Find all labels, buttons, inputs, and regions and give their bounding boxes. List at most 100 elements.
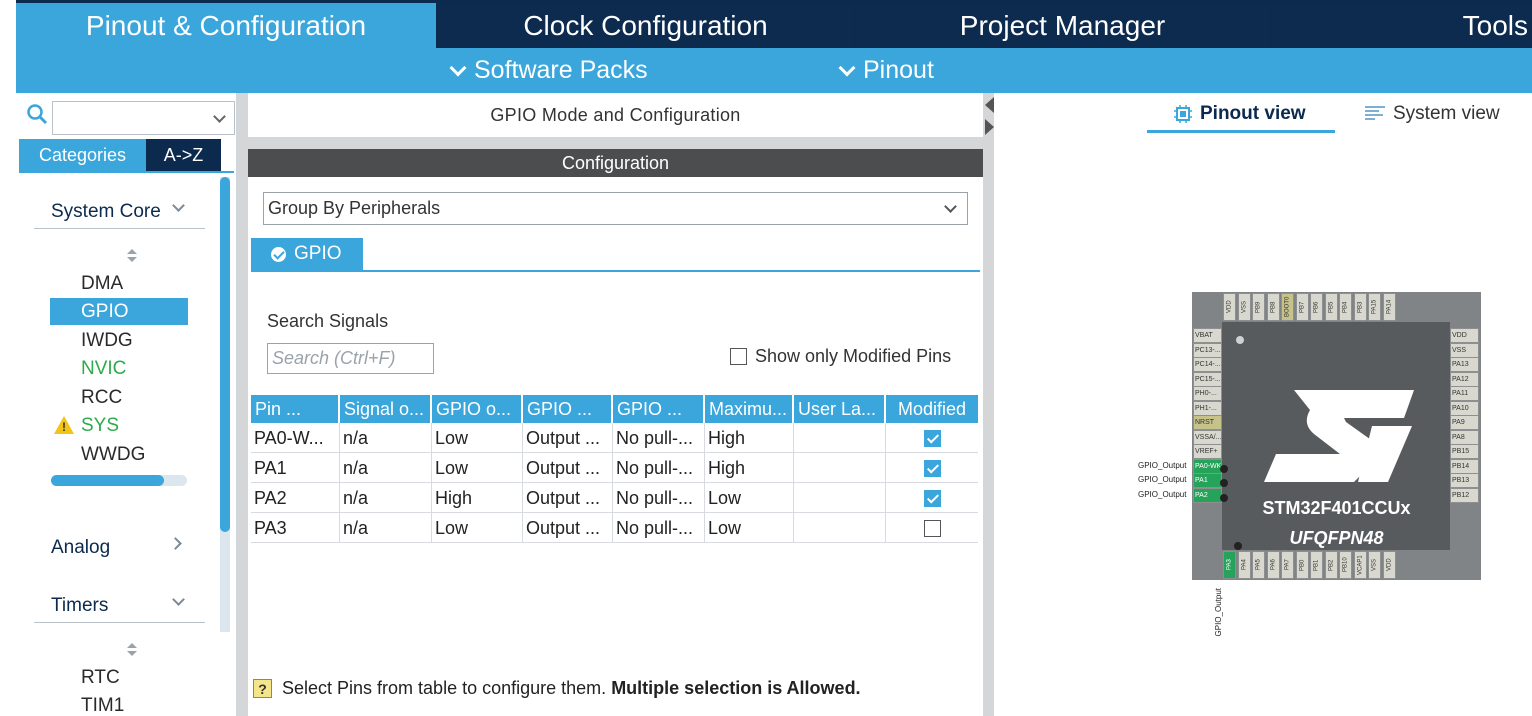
sidebar-search-select[interactable] [52, 101, 235, 135]
pin-pb12[interactable]: PB12 [1450, 487, 1479, 503]
pin-ph0[interactable]: PH0-... [1193, 386, 1222, 401]
checkbox-icon[interactable] [923, 519, 941, 537]
pin-pa5[interactable]: PA5 [1252, 551, 1265, 579]
column-header[interactable]: Signal o... [340, 395, 432, 423]
pin-boot0[interactable]: BOOT0 [1281, 293, 1294, 321]
tab-categories[interactable]: Categories [19, 139, 146, 171]
search-signals-input[interactable]: Search (Ctrl+F) [267, 343, 434, 374]
pin-pa8[interactable]: PA8 [1450, 429, 1479, 445]
pin-vssa[interactable]: VSSA/... [1193, 429, 1222, 445]
tab-system-view[interactable]: System view [1365, 103, 1500, 125]
pin-pc14[interactable]: PC14-... [1193, 357, 1222, 372]
chevron-right-icon[interactable] [169, 537, 182, 550]
checkbox-checked-icon[interactable] [923, 459, 941, 477]
tab-clock-configuration[interactable]: Clock Configuration [438, 3, 853, 48]
pin-vss[interactable]: VSS [1450, 342, 1479, 358]
chevron-down-icon[interactable] [172, 199, 185, 212]
table-row[interactable]: PA0-W... n/a Low Output ... No pull-... High [251, 423, 978, 453]
pin-nrst[interactable]: NRST [1193, 415, 1222, 430]
category-system-core[interactable]: System Core [51, 201, 161, 223]
collapse-panel-icon[interactable] [985, 97, 994, 137]
pin-pc13[interactable]: PC13-... [1193, 342, 1222, 358]
pin-pa2[interactable]: PA2 [1193, 487, 1222, 503]
pin-pa0wk[interactable]: PA0-WK... [1193, 458, 1222, 474]
pin-vdd[interactable]: VDD [1450, 328, 1479, 343]
pin-pb8[interactable]: PB8 [1266, 293, 1280, 321]
pin-pb2[interactable]: PB2 [1324, 551, 1338, 579]
tab-gpio[interactable]: GPIO [251, 238, 363, 270]
menu-item-dma[interactable]: DMA [50, 270, 188, 297]
tab-tools[interactable]: Tools [1272, 3, 1532, 48]
pin-pb13[interactable]: PB13 [1450, 473, 1479, 488]
menu-item-iwdg[interactable]: IWDG [50, 327, 188, 354]
checkbox-icon[interactable] [730, 348, 747, 365]
pin-pa9[interactable]: PA9 [1450, 415, 1479, 430]
tab-pinout-view[interactable]: Pinout view [1174, 103, 1306, 125]
pin-pa7[interactable]: PA7 [1281, 551, 1294, 579]
pin-pb6[interactable]: PB6 [1310, 293, 1323, 321]
sort-icon[interactable] [127, 249, 137, 263]
sort-icon[interactable] [127, 643, 137, 657]
modified-checkbox[interactable] [886, 483, 978, 513]
pinout-menu[interactable]: Pinout [838, 48, 934, 93]
pin-ph1[interactable]: PH1-... [1193, 400, 1222, 416]
software-packs-menu[interactable]: Software Packs [449, 48, 648, 93]
column-header[interactable]: Modified [886, 395, 978, 423]
category-timers[interactable]: Timers [51, 595, 108, 617]
pin-vcap1[interactable]: VCAP1 [1353, 551, 1367, 579]
pin-pa15[interactable]: PA15 [1368, 293, 1381, 321]
pin-pb10[interactable]: PB10 [1339, 551, 1352, 579]
pin-pc15[interactable]: PC15-... [1193, 371, 1222, 387]
pin-vss[interactable]: VSS [1368, 551, 1381, 579]
pin-vdd[interactable]: VDD [1382, 551, 1396, 579]
pin-pb5[interactable]: PB5 [1324, 293, 1338, 321]
modified-checkbox[interactable] [886, 423, 978, 453]
menu-item-gpio[interactable]: GPIO [50, 298, 188, 325]
tab-pinout-configuration[interactable]: Pinout & Configuration [16, 3, 436, 48]
menu-item-rtc[interactable]: RTC [50, 664, 188, 691]
column-header[interactable]: Pin ... [251, 395, 340, 423]
pin-vref[interactable]: VREF+ [1193, 444, 1222, 459]
pin-pa10[interactable]: PA10 [1450, 400, 1479, 416]
column-header[interactable]: GPIO o... [432, 395, 523, 423]
column-header[interactable]: Maximu... [705, 395, 794, 423]
pin-pb15[interactable]: PB15 [1450, 444, 1479, 459]
checkbox-checked-icon[interactable] [923, 489, 941, 507]
tab-project-manager[interactable]: Project Manager [855, 3, 1270, 48]
mcu-chip[interactable]: STM32F401CCUx UFQFPN48 VDD VSS PB9 PB8 BOOT0… [1192, 292, 1481, 580]
checkbox-checked-icon[interactable] [923, 429, 941, 447]
pin-pb14[interactable]: PB14 [1450, 458, 1479, 474]
pin-pa1[interactable]: PA1 [1193, 473, 1222, 488]
column-header[interactable]: GPIO ... [523, 395, 613, 423]
pin-vbat[interactable]: VBAT [1193, 328, 1222, 343]
pin-pb3[interactable]: PB3 [1353, 293, 1367, 321]
pin-vss[interactable]: VSS [1237, 293, 1251, 321]
table-row[interactable]: PA1 n/a Low Output ... No pull-... High [251, 453, 978, 483]
search-icon[interactable] [26, 103, 48, 125]
group-by-select[interactable]: Group By Peripherals [263, 192, 968, 225]
pin-pa6[interactable]: PA6 [1266, 551, 1280, 579]
column-header[interactable]: User La... [794, 395, 886, 423]
chevron-down-icon[interactable] [172, 593, 185, 606]
pin-pa13[interactable]: PA13 [1450, 357, 1479, 372]
sidebar-hscroll-thumb[interactable] [51, 475, 164, 486]
sidebar-scrollbar-thumb[interactable] [220, 177, 230, 532]
column-header[interactable]: GPIO ... [613, 395, 705, 423]
pin-pa12[interactable]: PA12 [1450, 371, 1479, 387]
pin-pb1[interactable]: PB1 [1310, 551, 1323, 579]
menu-item-sys[interactable]: ! SYS [50, 412, 188, 439]
pin-pb4[interactable]: PB4 [1339, 293, 1352, 321]
modified-checkbox[interactable] [886, 453, 978, 483]
pin-pa3[interactable]: PA3 [1223, 551, 1236, 579]
table-row[interactable]: PA2 n/a High Output ... No pull-... Low [251, 483, 978, 513]
menu-item-wwdg[interactable]: WWDG [50, 441, 188, 468]
pin-pb0[interactable]: PB0 [1295, 551, 1309, 579]
menu-item-tim1[interactable]: TIM1 [50, 692, 188, 716]
show-modified-checkbox[interactable]: Show only Modified Pins [730, 346, 951, 367]
pin-pa4[interactable]: PA4 [1237, 551, 1251, 579]
pin-pa14[interactable]: PA14 [1382, 293, 1396, 321]
pin-pa11[interactable]: PA11 [1450, 386, 1479, 401]
category-analog[interactable]: Analog [51, 537, 110, 559]
pin-pb7[interactable]: PB7 [1295, 293, 1309, 321]
pin-pb9[interactable]: PB9 [1252, 293, 1265, 321]
